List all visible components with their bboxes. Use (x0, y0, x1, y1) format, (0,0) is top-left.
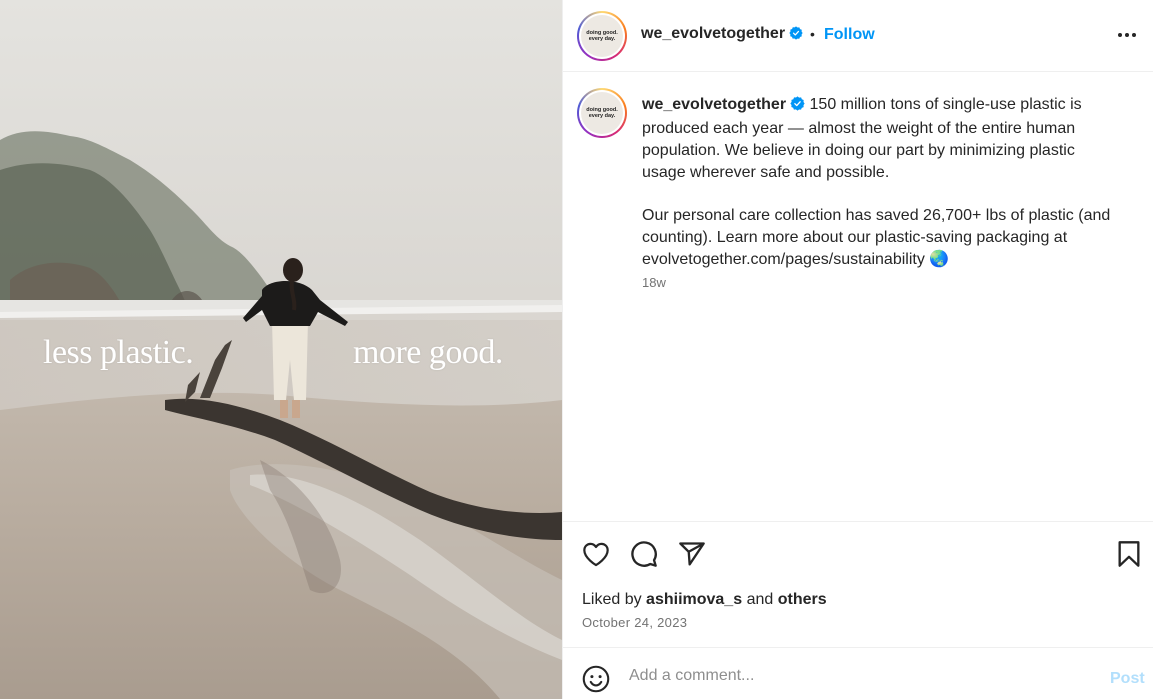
overlay-text-right: more good. (353, 334, 503, 371)
caption-text: we_evolvetogether 150 million tons of si… (642, 94, 1117, 292)
caption-avatar-text-line2: every day. (588, 113, 616, 119)
heart-icon[interactable] (582, 541, 610, 572)
action-bar: Liked by ashiimova_s and others October … (563, 521, 1153, 647)
liked-by-prefix: Liked by (582, 591, 642, 608)
separator-dot: • (810, 26, 815, 42)
caption-timestamp[interactable]: 18w (642, 275, 666, 290)
overlay-text-left: less plastic. (43, 334, 194, 371)
liked-by-others[interactable]: others (778, 591, 827, 608)
header-username[interactable]: we_evolvetogether (641, 25, 785, 42)
comment-input[interactable] (629, 662, 1089, 690)
caption-avatar[interactable]: doing good. every day. (577, 88, 627, 138)
likes-summary: Liked by ashiimova_s and others (582, 591, 827, 609)
post-date[interactable]: October 24, 2023 (582, 615, 687, 630)
follow-button[interactable]: Follow (824, 26, 875, 44)
emoji-icon[interactable] (582, 665, 610, 698)
header-username-group: we_evolvetogether (641, 25, 803, 45)
instagram-post: less plastic. more good. doing good. eve… (0, 0, 1153, 699)
more-icon[interactable] (1117, 24, 1137, 51)
post-image[interactable]: less plastic. more good. (0, 0, 562, 699)
comment-bar: Post (563, 647, 1153, 699)
comment-icon[interactable] (630, 540, 658, 573)
post-header: doing good. every day. we_evolvetogether… (563, 0, 1153, 72)
liked-by-and: and (746, 591, 774, 608)
avatar-text-line2: every day. (588, 36, 616, 42)
post-button[interactable]: Post (1110, 670, 1145, 688)
share-icon[interactable] (678, 540, 706, 573)
bookmark-icon[interactable] (1117, 540, 1141, 573)
caption-username[interactable]: we_evolvetogether (642, 96, 786, 113)
verified-icon (789, 26, 803, 45)
avatar[interactable]: doing good. every day. (577, 11, 627, 61)
liked-by-user[interactable]: ashiimova_s (646, 591, 742, 608)
caption-paragraph-2: Our personal care collection has saved 2… (642, 207, 1111, 268)
caption-verified-icon (790, 96, 805, 118)
post-details-panel: doing good. every day. we_evolvetogether… (562, 0, 1153, 699)
